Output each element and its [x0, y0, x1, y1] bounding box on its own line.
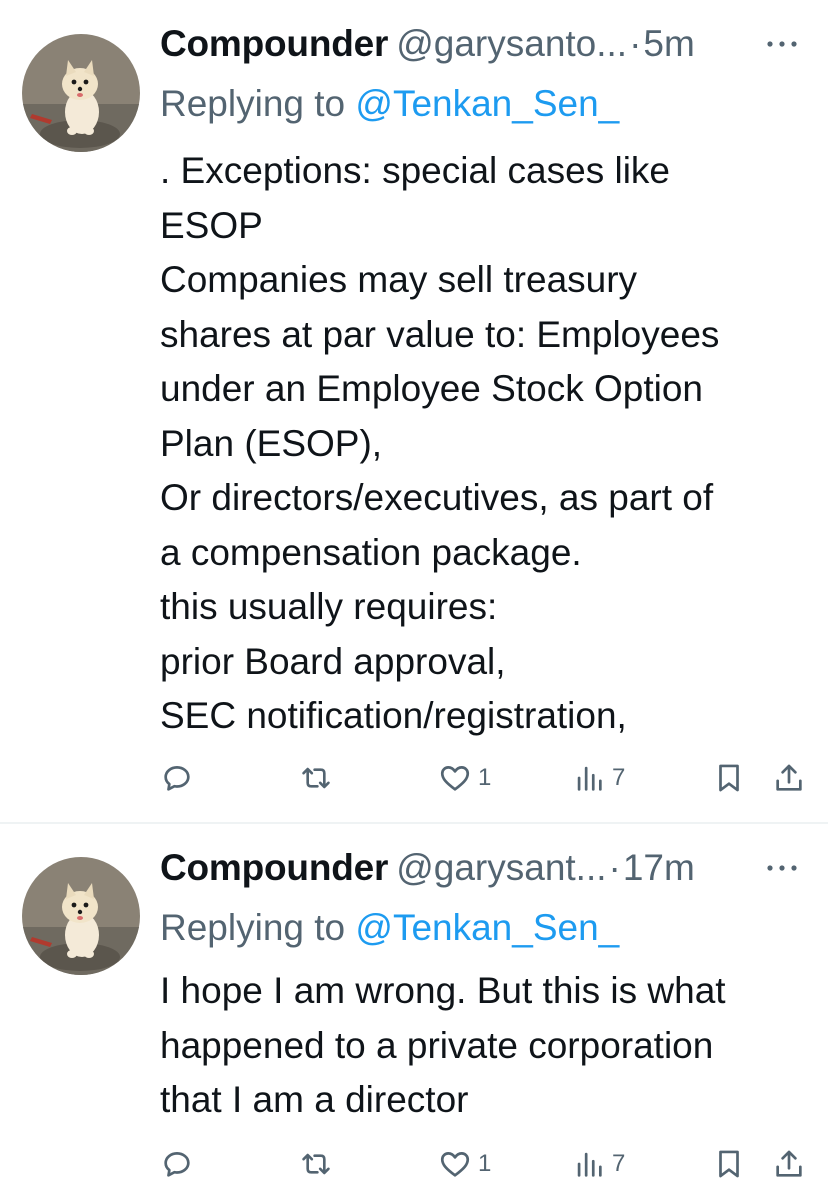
user-handle[interactable]: @garysanto... [396, 23, 627, 64]
tweet-text-line: SEC notification/registration, [160, 695, 627, 736]
more-icon[interactable] [762, 34, 802, 54]
tweet-header: Compounder @garysanto...·5m [160, 20, 742, 68]
bookmark-button[interactable] [712, 758, 746, 798]
tweet-text-line: . Exceptions: special cases like [160, 150, 671, 191]
tweet-text-line: under an Employee Stock Option [160, 368, 703, 409]
avatar[interactable] [22, 857, 140, 975]
heart-icon [440, 766, 470, 791]
user-handle[interactable]: @garysant... [396, 847, 606, 888]
replying-to: Replying to @Tenkan_Sen_ [160, 80, 808, 128]
like-count: 1 [478, 764, 492, 791]
views-button[interactable]: 7 [572, 758, 625, 798]
timestamp[interactable]: 17m [623, 847, 695, 888]
retweet-icon [302, 1153, 330, 1175]
retweet-button[interactable] [298, 758, 334, 798]
views-button[interactable]: 7 [572, 1144, 625, 1184]
tweet-text-line: a compensation package. [160, 531, 582, 573]
reply-icon [164, 766, 190, 791]
action-bar: 1 7 [160, 758, 812, 798]
display-name[interactable]: Compounder [160, 23, 388, 64]
tweet-text: I hope I am wrong. But this is what happ… [160, 964, 798, 1128]
tweet[interactable]: Compounder @garysant...·17m Replying to @… [0, 824, 828, 1200]
timeline-feed: Compounder @garysanto...·5m Replying to @… [0, 0, 828, 1200]
share-icon [776, 764, 802, 791]
reply-handle-link[interactable]: @Tenkan_Sen_ [355, 907, 619, 948]
action-bar: 1 7 [160, 1144, 812, 1184]
reply-button[interactable] [160, 1144, 194, 1184]
tweet-text-line: ESOP [160, 204, 263, 246]
more-icon[interactable] [762, 858, 802, 878]
reply-handle-link[interactable]: @Tenkan_Sen_ [355, 83, 619, 124]
retweet-button[interactable] [298, 1144, 334, 1184]
tweet-text-line: Companies may sell treasury [160, 259, 638, 300]
reply-button[interactable] [160, 758, 194, 798]
tweet-text-line: prior Board approval, [160, 640, 506, 682]
dog-avatar-image [22, 857, 140, 975]
views-icon [577, 1152, 602, 1177]
views-icon [577, 766, 602, 791]
tweet-header: Compounder @garysant...·17m [160, 844, 742, 892]
tweet-text: . Exceptions: special cases like ESOP Co… [160, 144, 798, 744]
separator-dot: · [629, 23, 642, 64]
heart-icon [440, 1152, 470, 1177]
tweet-text-line: that I am a director [160, 1079, 469, 1120]
share-button[interactable] [772, 758, 806, 798]
display-name[interactable]: Compounder [160, 847, 388, 888]
share-button[interactable] [772, 1144, 806, 1184]
reply-icon [164, 1152, 190, 1177]
avatar[interactable] [22, 34, 140, 152]
replying-to-label: Replying to [160, 907, 346, 948]
replying-to: Replying to @Tenkan_Sen_ [160, 904, 808, 952]
tweet-text-line: happened to a private corporation [160, 1024, 714, 1066]
tweet[interactable]: Compounder @garysanto...·5m Replying to @… [0, 0, 828, 822]
share-icon [776, 1150, 802, 1177]
retweet-icon [302, 767, 330, 789]
tweet-text-line: I hope I am wrong. But this is what [160, 970, 726, 1011]
tweet-text-line: shares at par value to: Employees [160, 313, 720, 355]
like-button[interactable]: 1 [438, 1144, 491, 1184]
dog-avatar-image [22, 34, 140, 152]
tweet-text-line: this usually requires: [160, 586, 498, 627]
replying-to-label: Replying to [160, 83, 346, 124]
separator-dot: · [608, 847, 621, 888]
timestamp[interactable]: 5m [643, 23, 694, 64]
like-button[interactable]: 1 [438, 758, 491, 798]
views-count: 7 [612, 764, 626, 791]
like-count: 1 [478, 1150, 492, 1177]
tweet-text-line: Or directors/executives, as part of [160, 477, 714, 518]
views-count: 7 [612, 1150, 626, 1177]
tweet-text-line: Plan (ESOP), [160, 422, 383, 464]
bookmark-icon [719, 1150, 739, 1178]
bookmark-button[interactable] [712, 1144, 746, 1184]
bookmark-icon [719, 764, 739, 792]
